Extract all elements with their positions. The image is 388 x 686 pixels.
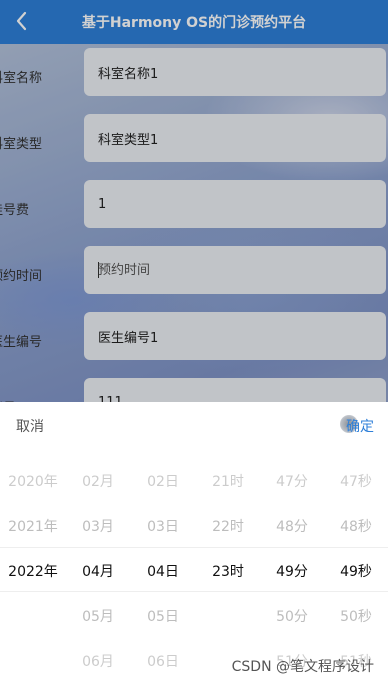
month-option[interactable]: 03月 [66,516,130,536]
second-option[interactable]: 48秒 [324,516,388,536]
second-option[interactable]: 47秒 [324,471,388,491]
day-option[interactable]: 02日 [130,471,196,491]
confirm-button[interactable]: 确定 [346,416,374,436]
second-column[interactable]: 47秒 48秒 49秒 50秒 51秒 [324,446,388,686]
minute-option[interactable]: 47分 [260,471,324,491]
cancel-button[interactable]: 取消 [16,416,44,436]
second-option[interactable]: 50秒 [324,606,388,626]
month-option[interactable]: 05月 [66,606,130,626]
year-option-selected[interactable]: 2022年 [0,561,66,581]
day-option-selected[interactable]: 04日 [130,561,196,581]
month-column[interactable]: 02月 03月 04月 05月 06月 [66,446,130,686]
datetime-picker: 取消 确定 2020年 2021年 2022年 02月 03月 04月 05月 … [0,402,388,686]
second-option-selected[interactable]: 49秒 [324,561,388,581]
hour-column[interactable]: 21时 22时 23时 [196,446,260,686]
month-option[interactable]: 06月 [66,651,130,671]
minute-option[interactable]: 48分 [260,516,324,536]
year-option[interactable]: 2021年 [0,516,66,536]
month-option[interactable]: 02月 [66,471,130,491]
month-option-selected[interactable]: 04月 [66,561,130,581]
day-option[interactable]: 05日 [130,606,196,626]
hour-option[interactable]: 22时 [196,516,260,536]
hour-option-selected[interactable]: 23时 [196,561,260,581]
minute-column[interactable]: 47分 48分 49分 50分 51分 [260,446,324,686]
minute-option-selected[interactable]: 49分 [260,561,324,581]
day-option[interactable]: 03日 [130,516,196,536]
minute-option[interactable]: 50分 [260,606,324,626]
watermark: CSDN @笔文程序设计 [231,659,374,675]
year-option[interactable]: 2020年 [0,471,66,491]
picker-toolbar: 取消 确定 [0,402,388,446]
day-column[interactable]: 02日 03日 04日 05日 06日 [130,446,196,686]
day-option[interactable]: 06日 [130,651,196,671]
year-column[interactable]: 2020年 2021年 2022年 [0,446,66,686]
hour-option[interactable]: 21时 [196,471,260,491]
